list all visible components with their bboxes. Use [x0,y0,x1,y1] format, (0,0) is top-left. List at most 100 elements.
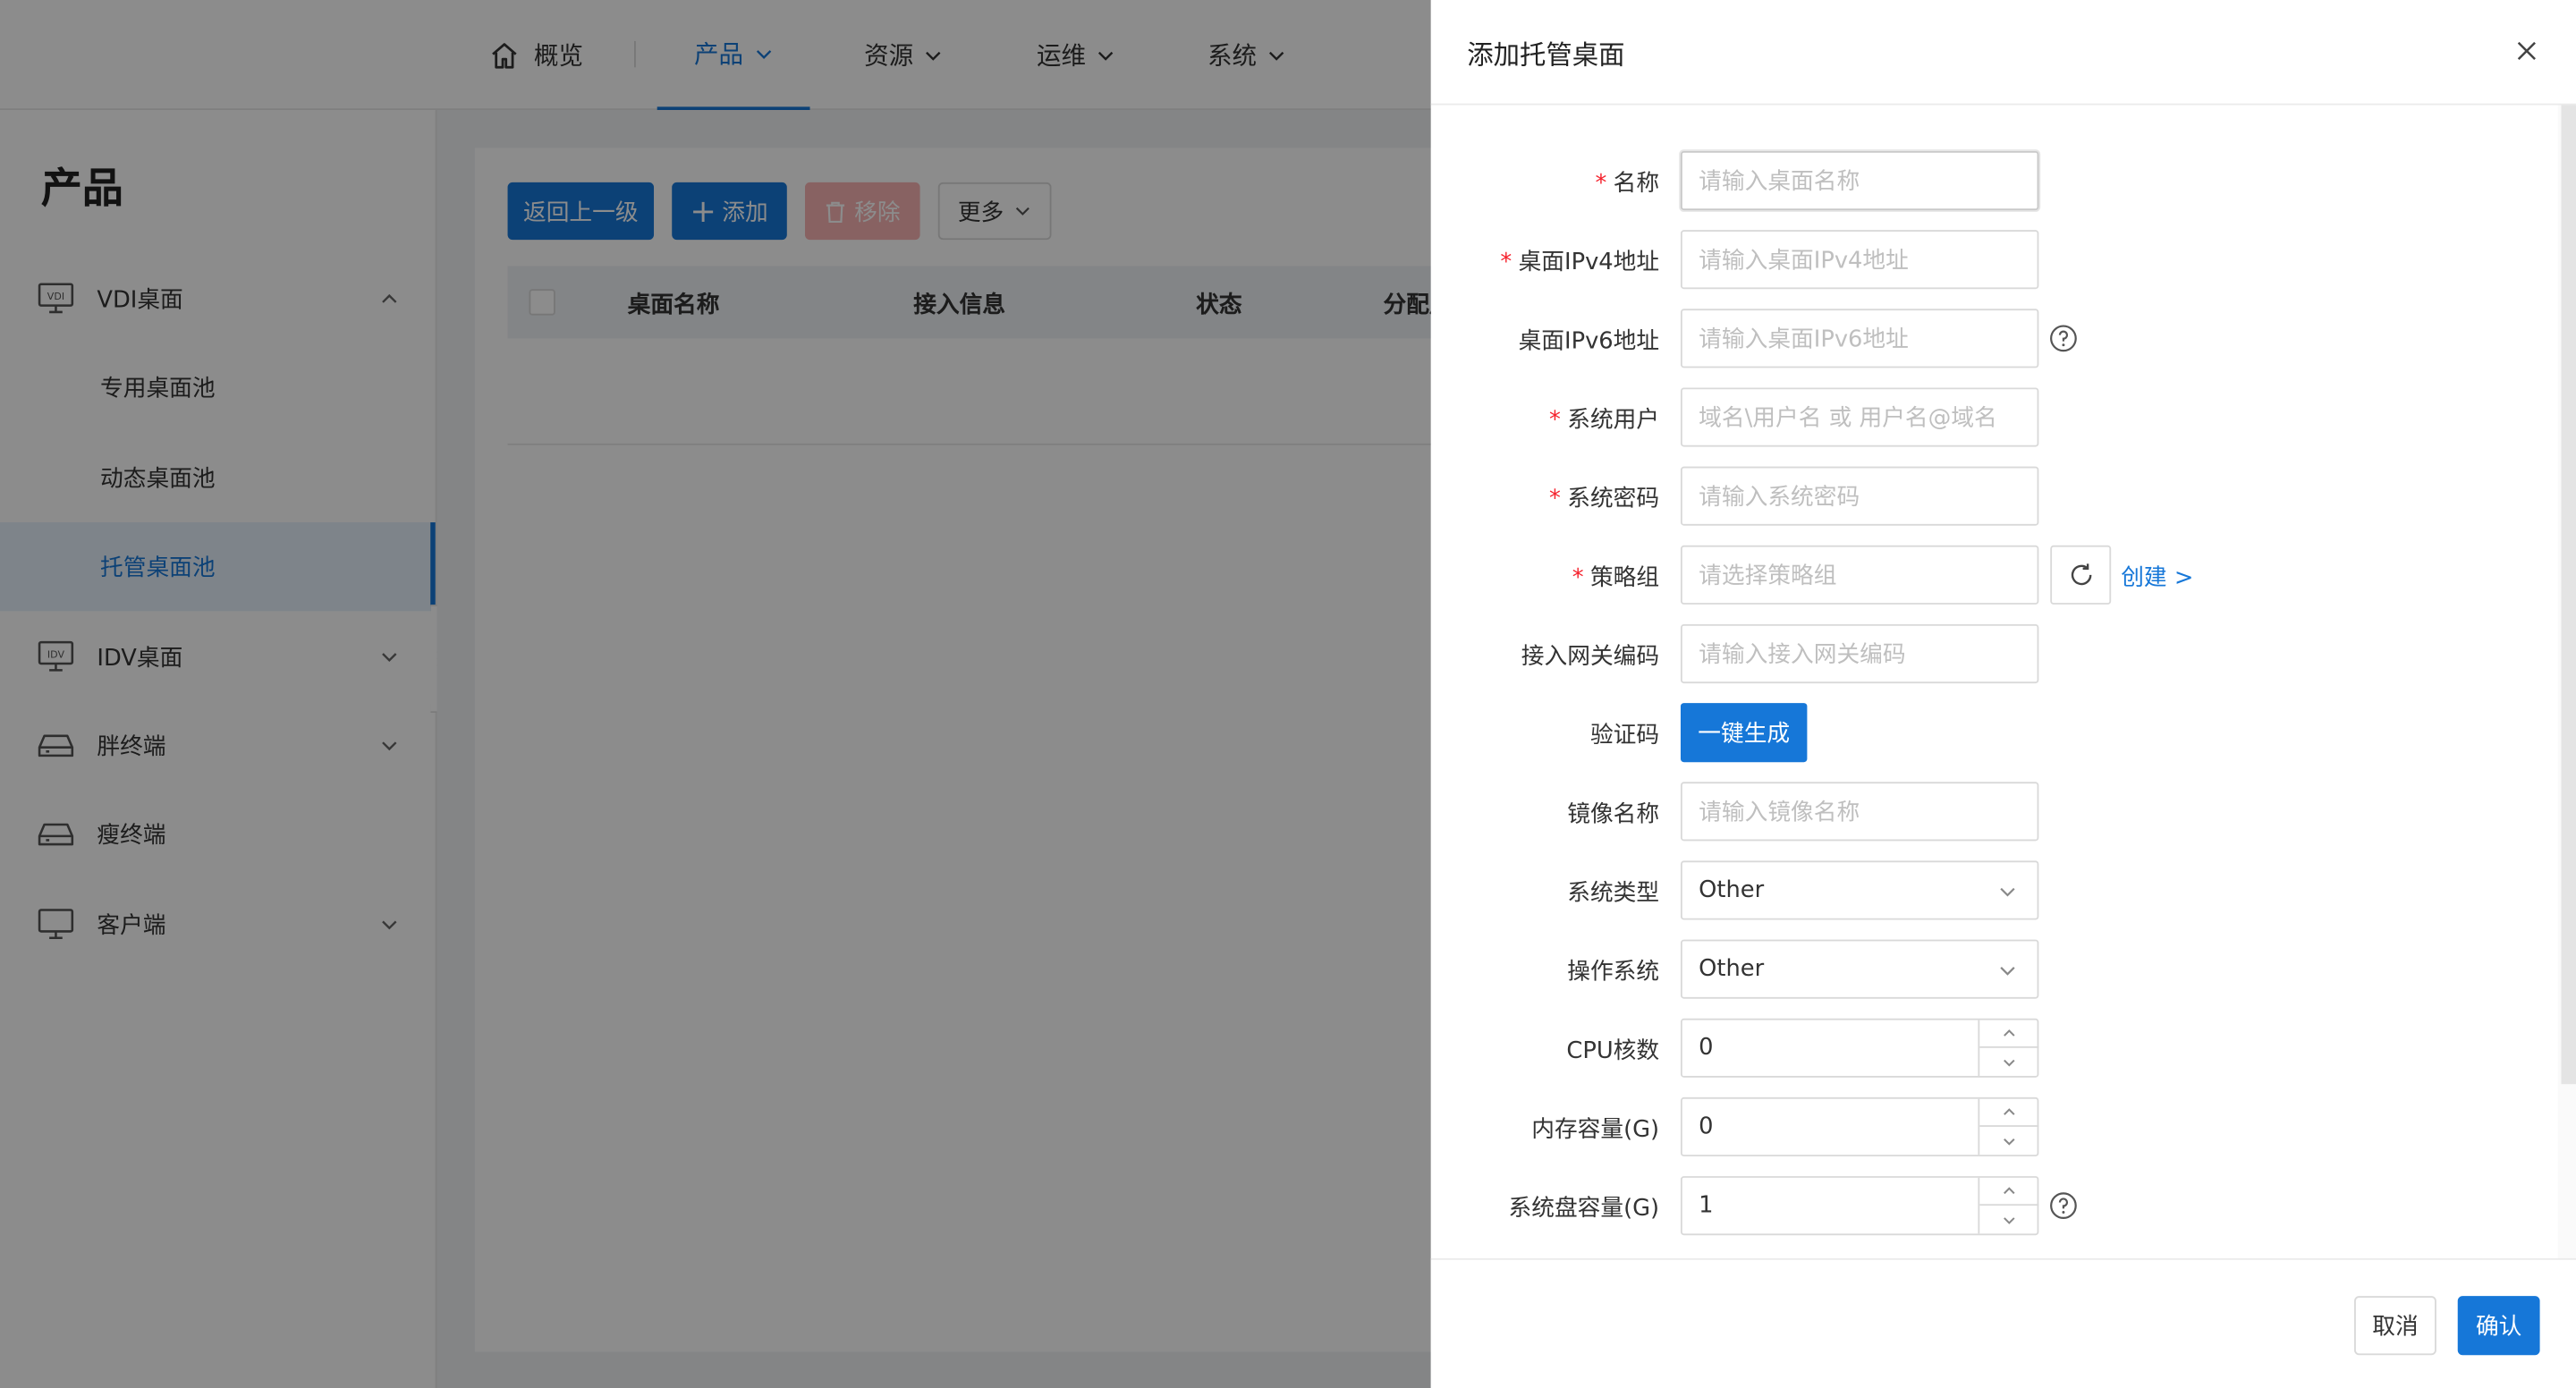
chevron-down-icon [2004,1058,2015,1066]
button-label: 一键生成 [1698,721,1791,748]
form-label: * 桌面IPv4地址 [1500,250,1660,276]
field-label: 验证码 [1589,723,1660,749]
help-icon[interactable] [2048,1191,2078,1221]
input-placeholder: 域名\用户名 或 用户名@域名 [1699,405,1997,433]
input-value: 0 [1699,1113,1714,1140]
form-row-gateway-code: 接入网关编码 请输入接入网关编码 [1431,623,2548,684]
form-row-ipv4: * 桌面IPv4地址 请输入桌面IPv4地址 [1431,230,2548,290]
increment-button[interactable] [1979,1178,2039,1206]
input-value: 1 [1699,1192,1714,1219]
system-password-input[interactable]: 请输入系统密码 [1680,466,2039,526]
gateway-code-input[interactable]: 请输入接入网关编码 [1680,623,2039,684]
form-row-policy-group: * 策略组 请选择策略组 创建 > [1431,545,2548,605]
drawer-footer: 取消 确认 [1430,1257,2576,1388]
form-label: 接入网关编码 [1521,639,1659,672]
name-input[interactable]: 请输入桌面名称 [1680,150,2039,211]
form-row-verify-code: 验证码 一键生成 [1431,703,2548,763]
disk-number-input[interactable]: 1 [1680,1176,2039,1236]
policy-group-select[interactable]: 请选择策略组 [1680,545,2039,605]
decrement-button[interactable] [1979,1206,2038,1233]
modal-mask[interactable] [0,0,1431,1388]
input-placeholder: 请输入桌面名称 [1699,169,1860,196]
number-stepper [1978,1177,2039,1234]
input-placeholder: 请输入桌面IPv4地址 [1699,248,1909,275]
field-label: CPU核数 [1566,1037,1660,1065]
form-label: CPU核数 [1566,1033,1659,1066]
form-label: 系统类型 [1567,876,1659,909]
scrollbar-thumb[interactable] [2561,105,2576,1085]
form-row-system-user: * 系统用户 域名\用户名 或 用户名@域名 [1431,387,2548,447]
chevron-down-icon [2000,887,2015,897]
button-label: 取消 [2372,1314,2419,1341]
chevron-up-icon [2004,1187,2015,1195]
field-label: 系统用户 [1567,407,1660,434]
button-label: 确认 [2475,1314,2522,1341]
add-managed-desktop-drawer: 添加托管桌面 * 名称 请输入桌面名称 * 桌面IPv4地址 请输入桌面IPv4地址… [1430,0,2576,1388]
field-label: 名称 [1613,171,1660,198]
os-select[interactable]: Other [1680,939,2039,999]
create-policy-link[interactable]: 创建 > [2121,560,2193,593]
ipv4-input[interactable]: 请输入桌面IPv4地址 [1680,230,2039,290]
form-label: 镜像名称 [1567,797,1659,830]
form-row-name: * 名称 请输入桌面名称 [1431,150,2548,211]
decrement-button[interactable] [1979,1127,2038,1155]
input-placeholder: 请输入系统密码 [1699,484,1860,512]
form-label: 操作系统 [1567,954,1659,987]
confirm-button[interactable]: 确认 [2457,1296,2540,1356]
field-label: 操作系统 [1567,959,1660,986]
field-label: 桌面IPv6地址 [1518,328,1660,355]
field-label: 策略组 [1589,564,1660,592]
drawer-scrollbar[interactable] [2557,105,2576,1258]
form-row-os: 操作系统 Other [1431,939,2548,999]
form-label: * 系统用户 [1549,407,1660,434]
form-row-system-type: 系统类型 Other [1431,860,2548,920]
form-row-disk: 系统盘容量(G) 1 [1431,1176,2548,1236]
form-row-memory: 内存容量(G) 0 [1431,1096,2548,1157]
generate-code-button[interactable]: 一键生成 [1680,703,1808,763]
form-label: 系统盘容量(G) [1509,1191,1660,1224]
chevron-down-icon [2000,967,2015,976]
form-label: 验证码 [1590,718,1659,751]
close-icon[interactable] [2515,39,2538,63]
number-stepper [1978,1020,2039,1077]
memory-number-input[interactable]: 0 [1680,1096,2039,1157]
input-placeholder: 请输入桌面IPv6地址 [1699,326,1909,353]
chevron-down-icon [2004,1138,2015,1145]
cpu-number-input[interactable]: 0 [1680,1018,2039,1078]
input-placeholder: 请输入接入网关编码 [1699,642,1906,669]
field-label: 系统类型 [1567,880,1660,907]
field-label: 镜像名称 [1567,801,1660,828]
input-placeholder: 请输入镜像名称 [1699,800,1860,826]
number-stepper [1978,1098,2039,1155]
ipv6-input[interactable]: 请输入桌面IPv6地址 [1680,309,2039,368]
increment-button[interactable] [1979,1099,2039,1127]
chevron-up-icon [2004,1029,2015,1037]
drawer-title: 添加托管桌面 [1467,39,1625,71]
chevron-up-icon [2004,1108,2015,1115]
form-label: 桌面IPv6地址 [1519,324,1660,357]
system-user-input[interactable]: 域名\用户名 或 用户名@域名 [1680,387,2039,447]
refresh-button[interactable] [2050,545,2112,605]
help-icon[interactable] [2048,324,2078,353]
decrement-button[interactable] [1979,1048,2038,1076]
chevron-down-icon [2004,1216,2015,1223]
field-label: 系统密码 [1567,486,1660,513]
system-type-select[interactable]: Other [1680,860,2039,920]
increment-button[interactable] [1979,1020,2039,1048]
field-label: 接入网关编码 [1521,643,1660,671]
form-row-system-password: * 系统密码 请输入系统密码 [1431,466,2548,526]
drawer-header: 添加托管桌面 [1430,0,2576,106]
input-value: 0 [1699,1035,1714,1062]
image-name-input[interactable]: 请输入镜像名称 [1680,782,2039,842]
form-row-image-name: 镜像名称 请输入镜像名称 [1431,782,2548,842]
field-label: 桌面IPv4地址 [1518,250,1660,276]
refresh-icon [2070,563,2091,586]
field-label: 系统盘容量(G) [1508,1196,1660,1223]
select-value: Other [1699,955,1765,983]
form-label: * 策略组 [1572,564,1660,592]
select-value: Other [1699,876,1765,904]
input-placeholder: 请选择策略组 [1699,563,1837,590]
form-label: * 系统密码 [1549,486,1660,513]
form-row-cpu: CPU核数 0 [1431,1018,2548,1078]
cancel-button[interactable]: 取消 [2354,1296,2436,1356]
